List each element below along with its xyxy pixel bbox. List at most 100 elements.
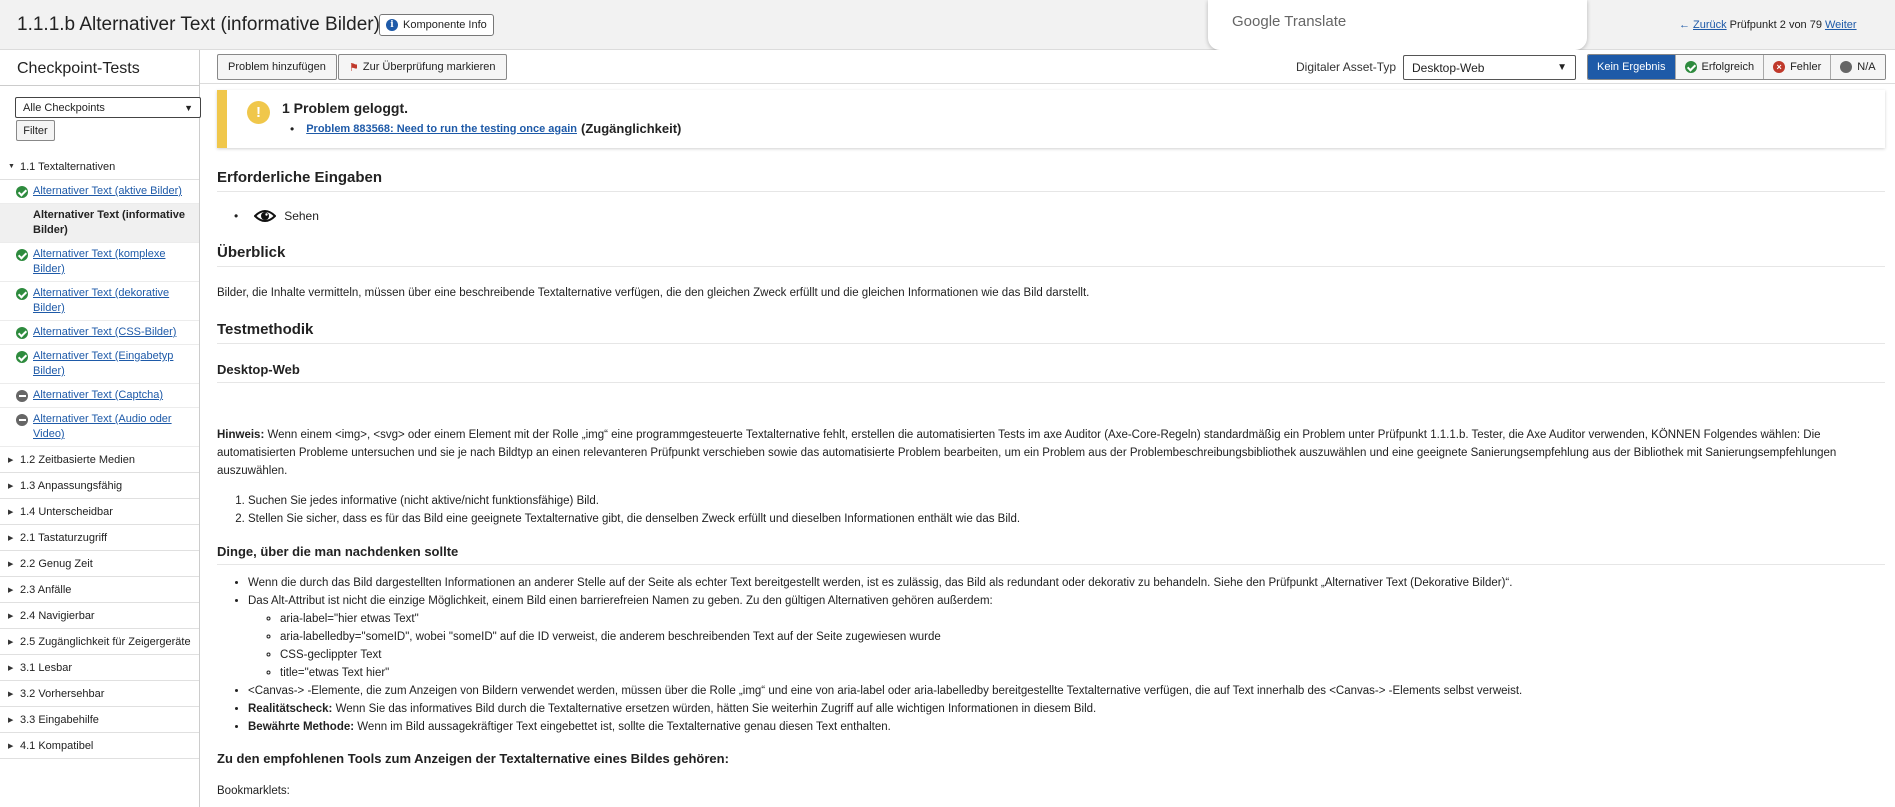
sidebar-group[interactable]: ▶ 1.3 Anpassungsfähig [0, 473, 199, 499]
sidebar-group[interactable]: ▶ 1.2 Zeitbasierte Medien [0, 447, 199, 473]
sidebar-title: Checkpoint-Tests [17, 60, 140, 77]
test-step: Suchen Sie jedes informative (nicht akti… [248, 492, 1878, 510]
sidebar-item[interactable]: Alternativer Text (dekorative Bilder) [0, 282, 199, 321]
result-button-group: Kein Ergebnis Erfolgreich × Fehler N/A [1587, 54, 1886, 80]
collapsed-triangle-icon: ▶ [8, 742, 14, 750]
sidebar-item[interactable]: Alternativer Text (komplexe Bilder) [0, 243, 199, 282]
sidebar-item[interactable]: Alternativer Text (informative Bilder) [0, 204, 199, 243]
sidebar-group[interactable]: ▶ 2.2 Genug Zeit [0, 551, 199, 577]
divider [217, 564, 1885, 565]
sidebar-group[interactable]: ▶ 2.1 Tastaturzugriff [0, 525, 199, 551]
google-translate-panel[interactable]: Google Translate [1208, 0, 1587, 50]
note-label: Hinweis: [217, 429, 265, 441]
add-problem-button[interactable]: Problem hinzufügen [217, 54, 337, 80]
collapsed-triangle-icon: ▶ [8, 690, 14, 698]
list-item: <Canvas-> -Elemente, die zum Anzeigen vo… [248, 682, 1878, 700]
sidebar-group-1-1[interactable]: ▼ 1.1 Textalternativen [0, 154, 199, 180]
sidebar-group[interactable]: ▶ 3.2 Vorhersehbar [0, 681, 199, 707]
divider [217, 382, 1885, 383]
test-step: Stellen Sie sicher, dass es für das Bild… [248, 510, 1878, 528]
sidebar-divider [0, 85, 199, 86]
sidebar-item-link[interactable]: Alternativer Text (CSS-Bilder) [33, 325, 176, 340]
problem-category: (Zugänglichkeit) [581, 121, 682, 136]
back-arrow-icon: ← [1679, 19, 1690, 31]
na-circle-icon [1840, 61, 1853, 73]
position-text: Prüfpunkt 2 von 79 [1729, 19, 1822, 31]
sidebar-item-link[interactable]: Alternativer Text (dekorative Bilder) [33, 286, 189, 316]
collapsed-triangle-icon: ▶ [8, 612, 14, 620]
sidebar-item-link[interactable]: Alternativer Text (komplexe Bilder) [33, 247, 189, 277]
mark-for-review-label: Zur Überprüfung markieren [362, 61, 496, 73]
sidebar-item[interactable]: Alternativer Text (Audio oder Video) [0, 408, 199, 447]
collapsed-triangle-icon: ▶ [8, 456, 14, 464]
check-circle-icon [16, 351, 28, 363]
fail-button[interactable]: × Fehler [1763, 55, 1831, 79]
bookmarklets-label: Bookmarklets: [217, 785, 290, 797]
collapsed-triangle-icon: ▶ [8, 638, 14, 646]
eye-icon [254, 210, 277, 222]
problem-logged-alert: ! 1 Problem geloggt. Problem 883568: Nee… [217, 90, 1885, 148]
sublist-item: CSS-geclippter Text [280, 646, 1878, 664]
component-info-label: Komponente Info [403, 19, 487, 31]
mark-for-review-button[interactable]: ⚑ Zur Überprüfung markieren [338, 54, 507, 80]
chevron-down-icon: ▼ [1557, 62, 1567, 73]
sidebar-item[interactable]: Alternativer Text (aktive Bilder) [0, 180, 199, 204]
test-method-heading: Testmethodik [217, 321, 314, 338]
sidebar-group[interactable]: ▶ 3.1 Lesbar [0, 655, 199, 681]
sidebar-item-link[interactable]: Alternativer Text (aktive Bilder) [33, 184, 182, 199]
flag-icon: ⚑ [349, 61, 359, 74]
no-result-label: Kein Ergebnis [1597, 61, 1666, 73]
collapsed-triangle-icon: ▶ [8, 534, 14, 542]
next-link[interactable]: Weiter [1825, 19, 1857, 31]
sidebar-group[interactable]: ▶ 2.3 Anfälle [0, 577, 199, 603]
collapsed-triangle-icon: ▶ [8, 716, 14, 724]
sidebar-item[interactable]: Alternativer Text (CSS-Bilder) [0, 321, 199, 345]
component-info-button[interactable]: i Komponente Info [379, 14, 494, 36]
sidebar-group-label: 1.4 Unterscheidbar [20, 505, 113, 518]
sidebar-item-link[interactable]: Alternativer Text (Audio oder Video) [33, 412, 189, 442]
info-icon: i [386, 19, 398, 31]
asset-type-select[interactable]: Desktop-Web ▼ [1403, 55, 1576, 80]
pass-button[interactable]: Erfolgreich [1674, 55, 1764, 79]
collapsed-triangle-icon: ▶ [8, 664, 14, 672]
note-text: Wenn einem <img>, <svg> oder einem Eleme… [217, 429, 1837, 477]
test-steps-list: Suchen Sie jedes informative (nicht akti… [248, 492, 1878, 528]
things-to-consider-heading: Dinge, über die man nachdenken sollte [217, 544, 459, 559]
required-inputs-heading: Erforderliche Eingaben [217, 169, 383, 186]
things-to-consider-list: Wenn die durch das Bild dargestellten In… [248, 574, 1878, 736]
sidebar-group-label: 3.2 Vorhersehbar [20, 687, 105, 700]
sidebar-item-link[interactable]: Alternativer Text (Eingabetyp Bilder) [33, 349, 189, 379]
sidebar-group-label: 2.3 Anfälle [20, 583, 72, 596]
no-result-button[interactable]: Kein Ergebnis [1588, 55, 1675, 79]
required-input-label: Sehen [284, 209, 319, 223]
sidebar-group[interactable]: ▶ 2.5 Zugänglichkeit für Zeigergeräte [0, 629, 199, 655]
best-practice-label: Bewährte Methode: [248, 721, 355, 733]
filter-button[interactable]: Filter [16, 120, 55, 141]
sidebar-group[interactable]: ▶ 1.4 Unterscheidbar [0, 499, 199, 525]
sidebar-group[interactable]: ▶ 4.1 Kompatibel [0, 733, 199, 759]
list-item: Das Alt-Attribut ist nicht die einzige M… [248, 592, 1878, 682]
sidebar-group[interactable]: ▶ 3.3 Eingabehilfe [0, 707, 199, 733]
sidebar-group-label: 1.3 Anpassungsfähig [20, 479, 123, 492]
checkpoint-filter-select[interactable]: Alle Checkpoints ▼ [15, 97, 201, 118]
divider [217, 191, 1885, 192]
na-button[interactable]: N/A [1830, 55, 1885, 79]
na-circle-icon [16, 414, 28, 426]
pass-label: Erfolgreich [1701, 61, 1755, 73]
overview-text: Bilder, die Inhalte vermitteln, müssen ü… [217, 287, 1090, 299]
sidebar-item-label: Alternativer Text (informative Bilder) [33, 209, 186, 236]
sublist-item: title="etwas Text hier" [280, 664, 1878, 682]
checkpoint-sidebar: Checkpoint-Tests Alle Checkpoints ▼ Filt… [0, 50, 201, 807]
collapsed-triangle-icon: ▶ [8, 586, 14, 594]
sidebar-groups: ▶ 1.2 Zeitbasierte Medien ▶ 1.3 Anpassungsf… [0, 447, 199, 759]
sidebar-item-link[interactable]: Alternativer Text (Captcha) [33, 388, 163, 403]
reality-text: Wenn Sie das informatives Bild durch die… [332, 703, 1097, 715]
sidebar-item[interactable]: Alternativer Text (Captcha) [0, 384, 199, 408]
alert-title: 1 Problem geloggt. [282, 100, 409, 116]
sidebar-group[interactable]: ▶ 2.4 Navigierbar [0, 603, 199, 629]
sidebar-item[interactable]: Alternativer Text (Eingabetyp Bilder) [0, 345, 199, 384]
platform-heading: Desktop-Web [217, 362, 300, 377]
list-item: Wenn die durch das Bild dargestellten In… [248, 574, 1878, 592]
back-link[interactable]: Zurück [1693, 19, 1727, 31]
problem-link[interactable]: Problem 883568: Need to run the testing … [306, 123, 577, 135]
